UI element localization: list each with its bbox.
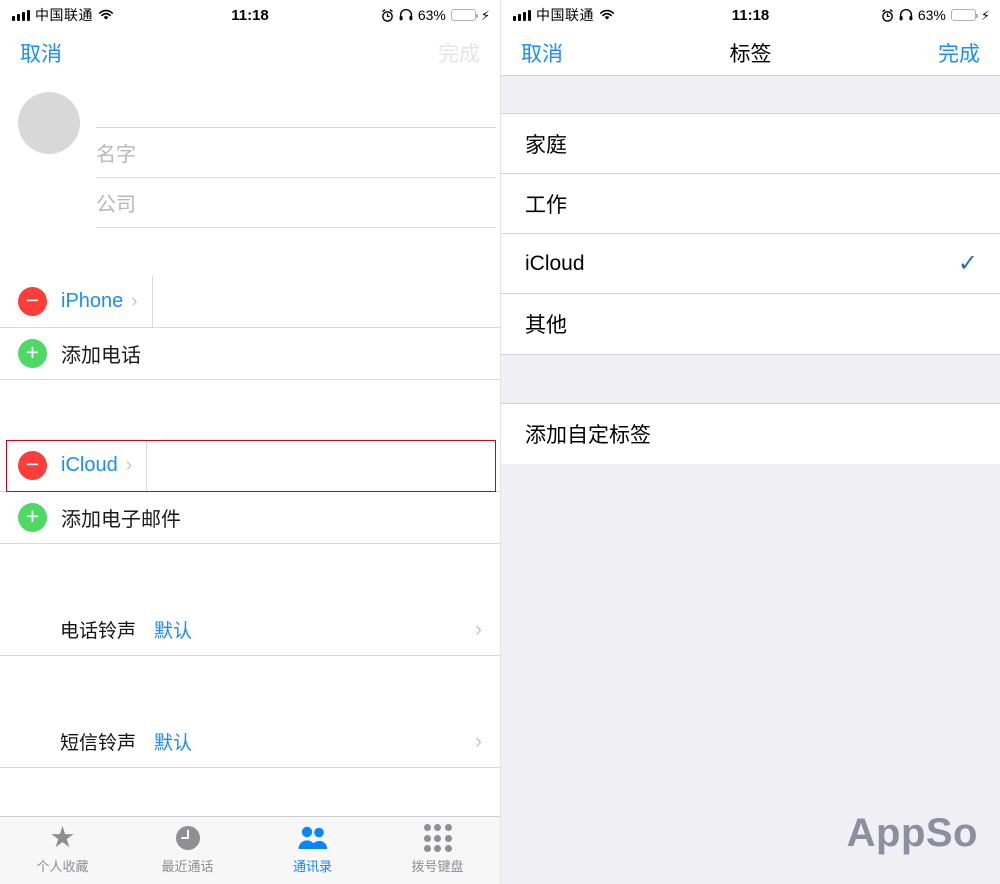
label-option-text: 工作 xyxy=(525,193,567,217)
tab-recents[interactable]: 最近通话 xyxy=(125,823,250,875)
status-bar-left: 中国联通 11:18 63% ⚡ xyxy=(0,0,500,30)
lastname-field[interactable] xyxy=(96,84,496,128)
section-gap-1 xyxy=(0,228,500,276)
phone-entry-row[interactable]: − iPhone › xyxy=(0,276,500,328)
add-email-label: 添加电子邮件 xyxy=(61,509,181,531)
call-ringtone-value: 默认 xyxy=(154,621,193,642)
phone-value-input[interactable] xyxy=(153,276,500,327)
cancel-button[interactable]: 取消 xyxy=(521,38,563,68)
wifi-icon xyxy=(599,9,615,21)
text-ringtone-label: 短信铃声 xyxy=(60,733,137,754)
carrier-name: 中国联通 xyxy=(536,7,594,23)
email-label[interactable]: iCloud xyxy=(61,454,118,477)
section-gap-4 xyxy=(0,656,500,716)
label-options-list: 家庭 工作 iCloud ✓ 其他 xyxy=(501,114,1000,354)
tab-recents-label: 最近通话 xyxy=(161,859,214,874)
nav-bar-right: 取消 标签 完成 xyxy=(501,30,1000,76)
label-option-icloud[interactable]: iCloud ✓ xyxy=(501,234,1000,294)
left-screen-contact-editor: 中国联通 11:18 63% ⚡ 取消 完成 名字 公司 − iPhone › … xyxy=(0,0,500,884)
appso-watermark: AppSo xyxy=(846,811,978,855)
chevron-right-icon: › xyxy=(131,290,138,312)
battery-icon xyxy=(450,9,478,21)
phone-label[interactable]: iPhone xyxy=(61,290,123,313)
page-title: 标签 xyxy=(729,42,772,66)
tab-contacts-label: 通讯录 xyxy=(292,859,332,874)
alarm-clock-icon xyxy=(881,8,894,22)
tab-favorites-label: 个人收藏 xyxy=(36,859,89,874)
status-bar-right-group: 63% ⚡ xyxy=(881,7,990,23)
contact-avatar-placeholder[interactable] xyxy=(18,92,80,154)
firstname-placeholder: 名字 xyxy=(96,144,136,166)
company-field[interactable]: 公司 xyxy=(96,178,496,228)
call-ringtone-row[interactable]: 电话铃声 默认 › xyxy=(0,604,500,656)
email-value-input[interactable] xyxy=(147,440,500,491)
clock-icon xyxy=(174,823,202,853)
cancel-button[interactable]: 取消 xyxy=(20,38,62,68)
signal-bars-icon xyxy=(12,9,30,21)
status-bar-left-group: 中国联通 xyxy=(513,5,615,25)
chevron-right-icon: › xyxy=(125,454,133,476)
list-section-spacer xyxy=(501,354,1000,404)
email-entry-wrapper: − iCloud › xyxy=(0,440,500,492)
status-bar-right-group: 63% ⚡ xyxy=(381,7,490,23)
text-ringtone-value: 默认 xyxy=(154,733,193,754)
tab-keypad[interactable]: 拨号键盘 xyxy=(375,823,500,875)
text-ringtone-row[interactable]: 短信铃声 默认 › xyxy=(0,716,500,768)
firstname-field[interactable]: 名字 xyxy=(96,128,496,178)
star-icon: ★ xyxy=(49,821,76,854)
status-bar-left-group: 中国联通 xyxy=(12,5,114,25)
label-option-text: iCloud xyxy=(525,251,585,275)
right-screen-label-picker: 中国联通 11:18 63% ⚡ 取消 标签 完成 家庭 工作 iCloud ✓… xyxy=(500,0,1000,884)
label-option-text: 家庭 xyxy=(525,133,567,157)
battery-percent: 63% xyxy=(917,7,946,23)
company-placeholder: 公司 xyxy=(96,194,136,216)
checkmark-icon: ✓ xyxy=(957,249,978,277)
keypad-icon xyxy=(423,823,452,853)
dual-screenshot-container: 中国联通 11:18 63% ⚡ 取消 完成 名字 公司 − iPhone › … xyxy=(0,0,1000,884)
add-custom-label-row[interactable]: 添加自定标签 xyxy=(501,404,1000,464)
alarm-clock-icon xyxy=(381,8,394,22)
signal-bars-icon xyxy=(513,9,531,21)
minus-circle-icon[interactable]: − xyxy=(18,287,47,316)
label-option-text: 其他 xyxy=(525,314,567,337)
call-ringtone-label: 电话铃声 xyxy=(60,621,137,642)
lightning-bolt-icon: ⚡ xyxy=(980,7,990,23)
wifi-icon xyxy=(98,9,114,21)
label-option-home[interactable]: 家庭 xyxy=(501,114,1000,174)
headphones-icon xyxy=(399,9,413,21)
carrier-name: 中国联通 xyxy=(35,7,93,23)
chevron-right-icon: › xyxy=(475,617,482,641)
tab-contacts[interactable]: 通讯录 xyxy=(250,823,375,875)
done-button[interactable]: 完成 xyxy=(438,38,480,68)
section-gap-2 xyxy=(0,380,500,440)
battery-percent: 63% xyxy=(417,7,446,23)
add-email-row[interactable]: + 添加电子邮件 xyxy=(0,492,500,544)
email-entry-row[interactable]: − iCloud › xyxy=(0,440,500,492)
contacts-people-icon xyxy=(297,823,329,853)
status-bar-right: 中国联通 11:18 63% ⚡ xyxy=(501,0,1000,30)
label-option-other[interactable]: 其他 xyxy=(501,294,1000,354)
tab-favorites[interactable]: ★ 个人收藏 xyxy=(0,823,125,875)
custom-label-section: 添加自定标签 xyxy=(501,404,1000,464)
done-button[interactable]: 完成 xyxy=(938,38,980,68)
plus-circle-icon[interactable]: + xyxy=(18,339,47,368)
section-gap-3 xyxy=(0,544,500,604)
nav-bar-left: 取消 完成 xyxy=(0,30,500,76)
contact-editor-form: 名字 公司 − iPhone › + 添加电话 − iCloud › + 添加电… xyxy=(0,76,500,884)
bottom-tab-bar: ★ 个人收藏 最近通话 通讯录 拨号键盘 xyxy=(0,816,500,884)
list-top-spacer xyxy=(501,76,1000,114)
plus-circle-icon[interactable]: + xyxy=(18,503,47,532)
add-phone-label: 添加电话 xyxy=(61,345,141,367)
chevron-right-icon: › xyxy=(475,729,482,753)
minus-circle-icon[interactable]: − xyxy=(18,451,47,480)
add-custom-label-text: 添加自定标签 xyxy=(525,424,651,447)
contact-header-block: 名字 公司 xyxy=(0,76,500,228)
headphones-icon xyxy=(899,9,913,21)
lightning-bolt-icon: ⚡ xyxy=(480,7,490,23)
label-option-work[interactable]: 工作 xyxy=(501,174,1000,234)
name-fields-group: 名字 公司 xyxy=(96,84,500,228)
battery-icon xyxy=(950,9,978,21)
tab-keypad-label: 拨号键盘 xyxy=(411,859,464,874)
add-phone-row[interactable]: + 添加电话 xyxy=(0,328,500,380)
